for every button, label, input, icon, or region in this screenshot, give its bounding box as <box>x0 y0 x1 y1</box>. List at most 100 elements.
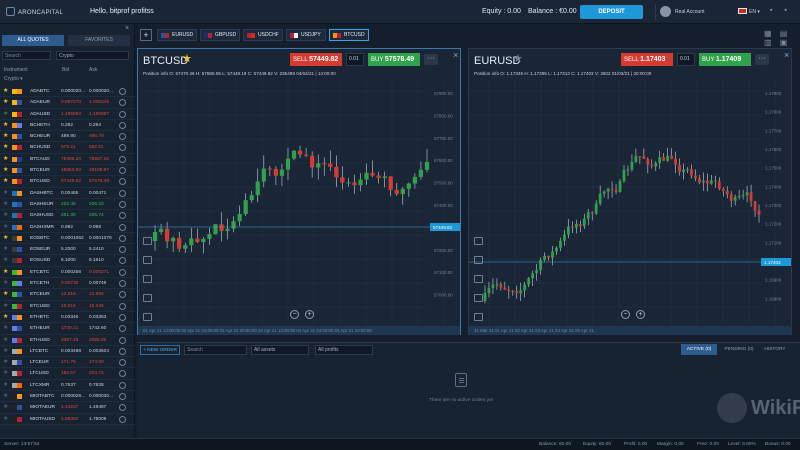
info-icon[interactable] <box>119 234 126 242</box>
favorite-star-icon[interactable]: ★ <box>3 280 8 286</box>
assets-filter-select[interactable]: All assets <box>251 345 309 355</box>
ruler-icon[interactable] <box>474 294 483 302</box>
quote-row[interactable]: ★ LTCXMR 0.7637 0.7638 <box>0 380 135 392</box>
favorite-star-icon[interactable]: ★ <box>3 201 8 207</box>
favorite-star-icon[interactable]: ★ <box>3 122 8 128</box>
chart-tab-gbpusd[interactable]: GBPUSD <box>200 29 240 41</box>
layout-grid-icon[interactable]: ▦ ▤ ▥ ▣ <box>764 29 800 47</box>
chart-tab-eurusd[interactable]: EURUSD <box>157 29 197 41</box>
brand-logo[interactable]: ARONCAPITAL <box>6 7 63 16</box>
zoom-out-icon[interactable]: − <box>621 310 630 319</box>
info-icon[interactable] <box>119 313 126 321</box>
quote-row[interactable]: ★ ADAEUR 0.997270 1.005345 <box>0 97 135 109</box>
info-icon[interactable] <box>119 99 126 107</box>
tab-favorites[interactable]: FAVORITES <box>68 35 130 46</box>
favorite-star-icon[interactable]: ★ <box>3 337 8 343</box>
draw-icon[interactable] <box>143 256 152 264</box>
quote-row[interactable]: ★ ETHBTC 0.03346 0.03353 <box>0 312 135 324</box>
candlestick-chart[interactable]: 1.17900 1.17800 1.17700 1.17600 1.17500 1.174… <box>469 81 793 325</box>
info-icon[interactable] <box>119 133 126 141</box>
info-icon[interactable] <box>119 347 126 355</box>
info-icon[interactable] <box>119 359 126 367</box>
quote-row[interactable]: ★ EOSUSD 6.1000 6.1610 <box>0 255 135 267</box>
favorite-star-icon[interactable]: ★ <box>3 212 8 218</box>
zoom-in-icon[interactable]: + <box>305 310 314 319</box>
draw-icon[interactable] <box>474 256 483 264</box>
quote-row[interactable]: ★ BTCAUD 75406.20 75567.25 <box>0 154 135 166</box>
chart-tab-usdjpy[interactable]: USDJPY <box>286 29 326 41</box>
info-icon[interactable] <box>119 246 126 254</box>
favorite-star-icon[interactable]: ★ <box>3 235 8 241</box>
candlestick-chart[interactable]: 57900.00 57800.00 57700.00 57600.00 57500.00… <box>138 81 462 325</box>
favorite-star-icon[interactable]: ★ <box>3 404 8 410</box>
tab-history[interactable]: HISTORY <box>757 344 793 355</box>
info-icon[interactable] <box>119 393 126 401</box>
info-icon[interactable] <box>119 200 126 208</box>
quote-row[interactable]: ★ ETCBTC 0.000258 0.000271 <box>0 267 135 279</box>
favorite-star-icon[interactable]: ★ <box>3 359 8 365</box>
lot-size-select[interactable]: 0.01 <box>677 53 695 66</box>
info-icon[interactable] <box>119 302 126 310</box>
close-icon[interactable]: × <box>784 50 789 60</box>
quote-row[interactable]: ★ BCHUSD 579.21 582.51 <box>0 142 135 154</box>
quote-row[interactable]: ★ ADAUSD 1.165063 1.190367 <box>0 109 135 120</box>
more-options-button[interactable]: ··· <box>424 54 438 65</box>
quotes-category-select[interactable]: Crypto <box>56 51 129 60</box>
info-icon[interactable] <box>119 212 126 220</box>
category-label[interactable]: Crypto ▾ <box>4 76 23 82</box>
indicator-icon[interactable] <box>143 237 152 245</box>
quote-row[interactable]: ★ ADABTC 0.000020... 0.000020... <box>0 86 135 98</box>
favorite-star-icon[interactable]: ★ <box>3 370 8 376</box>
favorite-star-icon[interactable]: ★ <box>3 246 8 252</box>
favorite-star-icon[interactable]: ★ <box>3 416 8 422</box>
info-icon[interactable] <box>119 415 126 423</box>
crosshair-icon[interactable] <box>143 275 152 283</box>
favorite-star-icon[interactable]: ★ <box>3 382 8 388</box>
favorite-star-icon[interactable]: ★ <box>3 144 8 150</box>
add-tab-button[interactable]: + <box>140 29 152 41</box>
info-icon[interactable] <box>119 268 126 276</box>
info-icon[interactable] <box>119 336 126 344</box>
favorite-star-icon[interactable]: ★ <box>3 314 8 320</box>
tab-all-quotes[interactable]: ALL QUOTES <box>2 35 64 46</box>
info-icon[interactable] <box>119 370 126 378</box>
quote-row[interactable]: ★ ETCUSD 15.015 15.346 <box>0 301 135 312</box>
quote-row[interactable]: ★ ETCETH 0.00738 0.00746 <box>0 278 135 290</box>
deposit-button[interactable]: DEPOSIT <box>580 5 643 19</box>
favorite-star-icon[interactable]: ★ <box>3 257 8 263</box>
quote-row[interactable]: ★ LTCUSD 182.57 204.74 <box>0 368 135 380</box>
info-icon[interactable] <box>119 257 126 265</box>
info-icon[interactable] <box>119 178 126 186</box>
favorite-star-icon[interactable]: ★ <box>3 393 8 399</box>
lot-size-select[interactable]: 0.01 <box>346 53 364 66</box>
info-icon[interactable] <box>119 167 126 175</box>
buy-button[interactable]: BUY 57578.49 <box>368 53 420 66</box>
chart-tab-usdchf[interactable]: USDCHF <box>243 29 283 41</box>
fib-icon[interactable] <box>143 313 152 321</box>
language-select[interactable]: EN ▾ <box>738 8 760 15</box>
quote-row[interactable]: ★ ETHUSD 2057.19 2065.95 <box>0 335 135 346</box>
quote-row[interactable]: ★ ETHEUR 1730.21 1742.60 <box>0 323 135 335</box>
tab-pending-orders[interactable]: PENDING (0) <box>721 344 757 355</box>
favorite-star-icon[interactable]: ★ <box>3 156 8 162</box>
sell-button[interactable]: SELL 1.17403 <box>621 53 673 66</box>
info-icon[interactable] <box>119 223 126 231</box>
crosshair-icon[interactable] <box>474 275 483 283</box>
favorite-star-icon[interactable]: ★ <box>3 190 8 196</box>
favorite-star-icon[interactable]: ★ <box>3 99 8 105</box>
info-icon[interactable] <box>119 144 126 152</box>
info-icon[interactable] <box>119 325 126 333</box>
quotes-search-input[interactable]: Search <box>2 51 51 60</box>
close-icon[interactable]: × <box>125 25 129 32</box>
close-icon[interactable]: × <box>453 50 458 60</box>
quote-row[interactable]: ★ MIOTABTC 0.000029... 0.000030... <box>0 391 135 403</box>
quote-row[interactable]: ★ BTCEUR 48953.60 49105.97 <box>0 165 135 177</box>
buy-button[interactable]: BUY 1.17409 <box>699 53 751 66</box>
info-icon[interactable] <box>119 381 126 389</box>
quote-row[interactable]: ★ MIOTAUSD 1.69362 1.75009 <box>0 414 135 425</box>
info-icon[interactable] <box>119 280 126 288</box>
fib-icon[interactable] <box>474 313 483 321</box>
favorite-star-icon[interactable]: ★ <box>3 348 8 354</box>
zoom-in-icon[interactable]: + <box>636 310 645 319</box>
sell-button[interactable]: SELL 57449.82 <box>290 53 342 66</box>
